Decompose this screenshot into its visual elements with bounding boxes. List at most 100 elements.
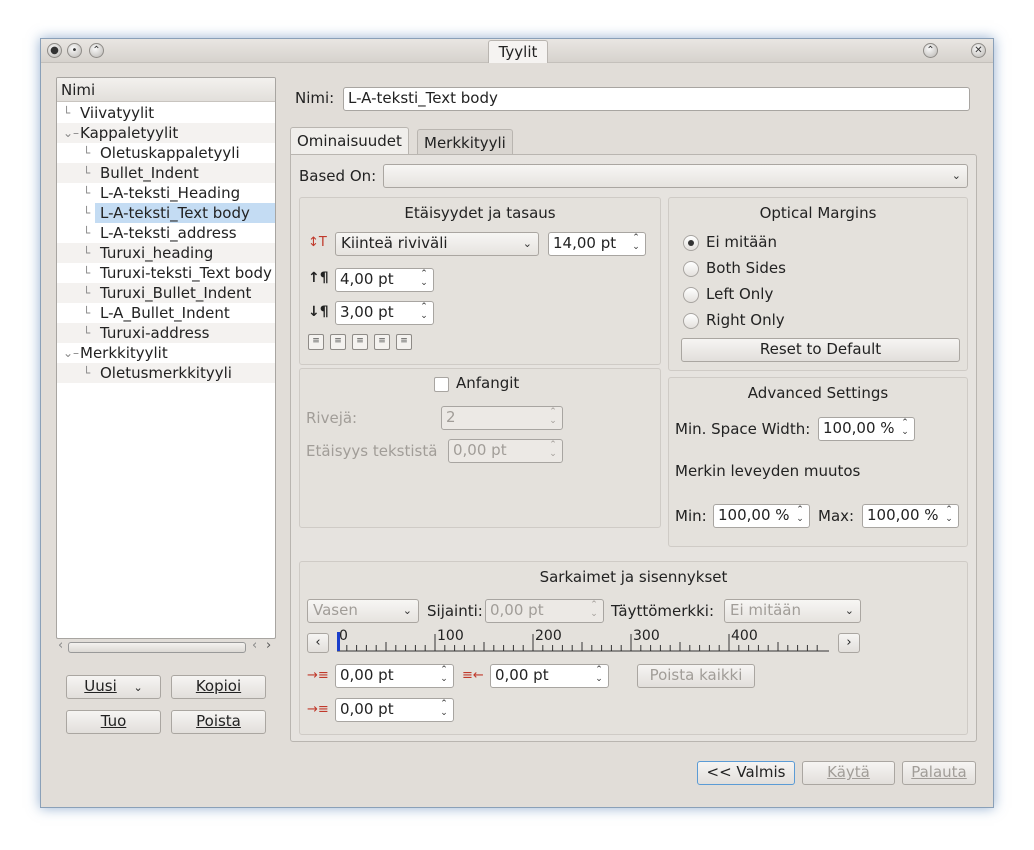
spin-arrows-icon[interactable]: ⌃ ⌄ <box>588 601 600 619</box>
spin-arrows-icon[interactable]: ⌃ ⌄ <box>418 303 430 321</box>
close-icon[interactable]: ✕ <box>971 43 986 58</box>
tree-item[interactable]: └ L-A-teksti_Text body <box>83 203 275 223</box>
glyph-max-input[interactable]: 100,00 % ⌃ ⌄ <box>862 504 959 528</box>
apply-button[interactable]: Käytä <box>802 761 895 785</box>
line-spacing-input[interactable]: 14,00 pt ⌃ ⌄ <box>548 232 646 256</box>
scrollbar-thumb[interactable] <box>68 642 246 653</box>
app-menu-icon[interactable]: ● <box>47 43 62 58</box>
optical-right-label[interactable]: Right Only <box>706 311 785 329</box>
tab-position-value: 0,00 pt <box>490 601 544 619</box>
fill-char-label: Täyttömerkki: <box>611 602 715 620</box>
tree-item[interactable]: ⌄– Kappaletyylit <box>57 123 275 143</box>
revert-button[interactable]: Palauta <box>902 761 976 785</box>
space-below-input[interactable]: 3,00 pt ⌃ ⌄ <box>335 301 434 325</box>
chevron-down-icon: ⌄ <box>844 604 854 617</box>
tree-item-label: L-A-teksti_address <box>100 224 237 242</box>
tree-header[interactable]: Nimi <box>57 78 275 102</box>
dropcaps-label[interactable]: Anfangit <box>456 374 519 392</box>
align-left-icon[interactable]: ≡ <box>308 334 324 350</box>
spin-arrows-icon[interactable]: ⌃ ⌄ <box>943 506 955 524</box>
first-line-indent-input[interactable]: 0,00 pt ⌃ ⌄ <box>335 664 454 688</box>
optical-none-radio[interactable] <box>683 235 699 251</box>
done-label: << Valmis <box>706 763 786 781</box>
new-style-label: Uusi <box>84 677 117 695</box>
spin-arrows-icon[interactable]: ⌃ ⌄ <box>593 666 605 684</box>
glyph-min-label: Min: <box>675 507 707 525</box>
distance-input[interactable]: 0,00 pt ⌃ ⌄ <box>448 439 563 463</box>
spin-arrows-icon[interactable]: ⌃ ⌄ <box>438 666 450 684</box>
reset-to-default-button[interactable]: Reset to Default <box>681 338 960 362</box>
optical-left-radio[interactable] <box>683 287 699 303</box>
line-spacing-mode-combo[interactable]: Kiinteä riviväli ⌄ <box>335 232 539 256</box>
optical-both-label[interactable]: Both Sides <box>706 259 786 277</box>
copy-style-button[interactable]: Kopioi <box>171 675 266 699</box>
tree-item[interactable]: └ Oletuskappaletyyli <box>57 143 275 163</box>
shade-icon[interactable]: ⌃ <box>89 43 104 58</box>
spin-arrows-icon[interactable]: ⌃ ⌄ <box>794 506 806 524</box>
tree-item[interactable]: └ Turuxi-teksti_Text body <box>57 263 275 283</box>
tab-alignment-combo[interactable]: Vasen ⌄ <box>307 599 419 623</box>
min-space-label: Min. Space Width: <box>675 420 811 438</box>
optical-none-label[interactable]: Ei mitään <box>706 233 777 251</box>
tab-character-style[interactable]: Merkkityyli <box>417 129 513 155</box>
tree-item[interactable]: ⌄– Merkkityylit <box>57 343 275 363</box>
tree-item[interactable]: └ Bullet_Indent <box>57 163 275 183</box>
tree-item[interactable]: └ Viivatyylit <box>57 103 275 123</box>
align-forced-icon[interactable]: ≡ <box>396 334 412 350</box>
tab-position-input[interactable]: 0,00 pt ⌃ ⌄ <box>485 599 604 623</box>
tree-horizontal-scrollbar[interactable]: ‹ ‹ › <box>56 638 276 656</box>
align-center-icon[interactable]: ≡ <box>330 334 346 350</box>
style-tree[interactable]: Nimi └ Viivatyylit ⌄– Kappaletyylit └ Oletusk… <box>56 77 276 639</box>
tree-item[interactable]: └ Oletusmerkkityyli <box>57 363 275 383</box>
space-above-input[interactable]: 4,00 pt ⌃ ⌄ <box>335 268 434 292</box>
ruler-scroll-left-button[interactable]: ‹ <box>307 633 329 653</box>
title-bar[interactable]: ● • ⌃ Tyylit ⌃ ✕ <box>41 39 993 63</box>
tab-ruler[interactable]: 0 100 200 300 400 <box>337 628 831 654</box>
align-justify-icon[interactable]: ≡ <box>374 334 390 350</box>
fill-char-combo[interactable]: Ei mitään ⌄ <box>724 599 861 623</box>
import-button[interactable]: Tuo <box>66 710 161 734</box>
spin-arrows-icon[interactable]: ⌃ ⌄ <box>630 234 642 252</box>
tree-item[interactable]: └ Turuxi_heading <box>57 243 275 263</box>
tab-properties[interactable]: Ominaisuudet <box>290 127 409 155</box>
min-space-input[interactable]: 100,00 % ⌃ ⌄ <box>818 417 915 441</box>
spin-arrows-icon[interactable]: ⌃ ⌄ <box>438 700 450 718</box>
left-indent-input[interactable]: 0,00 pt ⌃ ⌄ <box>335 698 454 722</box>
tree-item[interactable]: └ L-A-teksti_Heading <box>57 183 275 203</box>
optical-both-radio[interactable] <box>683 261 699 277</box>
optical-right-radio[interactable] <box>683 313 699 329</box>
done-button[interactable]: << Valmis <box>697 761 795 785</box>
rows-input[interactable]: 2 ⌃ ⌄ <box>441 406 563 430</box>
spin-arrows-icon[interactable]: ⌃ ⌄ <box>547 441 559 459</box>
expander-icon[interactable]: ⌄– <box>63 343 79 363</box>
spin-arrows-icon[interactable]: ⌃ ⌄ <box>899 419 911 437</box>
new-style-button[interactable]: Uusi ⌄ <box>66 675 161 699</box>
line-spacing-icon: ↕T <box>308 235 327 250</box>
tree-item[interactable]: └ Turuxi-address <box>57 323 275 343</box>
optical-left-label[interactable]: Left Only <box>706 285 773 303</box>
space-above-icon: ↑¶ <box>308 270 329 286</box>
scroll-right-icon[interactable]: › <box>266 638 271 653</box>
ruler-scroll-right-button[interactable]: › <box>838 633 860 653</box>
align-right-icon[interactable]: ≡ <box>352 334 368 350</box>
min-space-value: 100,00 % <box>823 419 895 437</box>
distance-label: Etäisyys tekstistä <box>306 442 438 460</box>
name-input[interactable]: L-A-teksti_Text body <box>343 87 970 111</box>
delete-all-tabs-button[interactable]: Poista kaikki <box>637 664 755 688</box>
spin-arrows-icon[interactable]: ⌃ ⌄ <box>547 408 559 426</box>
spin-arrows-icon[interactable]: ⌃ ⌄ <box>418 270 430 288</box>
tree-item[interactable]: └ L-A-teksti_address <box>57 223 275 243</box>
delete-style-button[interactable]: Poista <box>171 710 266 734</box>
right-indent-input[interactable]: 0,00 pt ⌃ ⌄ <box>490 664 609 688</box>
glyph-min-input[interactable]: 100,00 % ⌃ ⌄ <box>713 504 810 528</box>
maximize-icon[interactable]: ⌃ <box>923 43 938 58</box>
scroll-left-icon[interactable]: ‹ <box>58 638 63 653</box>
dropcaps-checkbox[interactable] <box>434 377 449 392</box>
delete-style-label: Poista <box>196 712 241 730</box>
tree-item[interactable]: └ L-A_Bullet_Indent <box>57 303 275 323</box>
keep-above-icon[interactable]: • <box>67 43 82 58</box>
based-on-combo[interactable]: ⌄ <box>383 164 968 188</box>
tree-item[interactable]: └ Turuxi_Bullet_Indent <box>57 283 275 303</box>
scroll-left-icon[interactable]: ‹ <box>252 638 257 653</box>
expander-icon[interactable]: ⌄– <box>63 123 79 143</box>
